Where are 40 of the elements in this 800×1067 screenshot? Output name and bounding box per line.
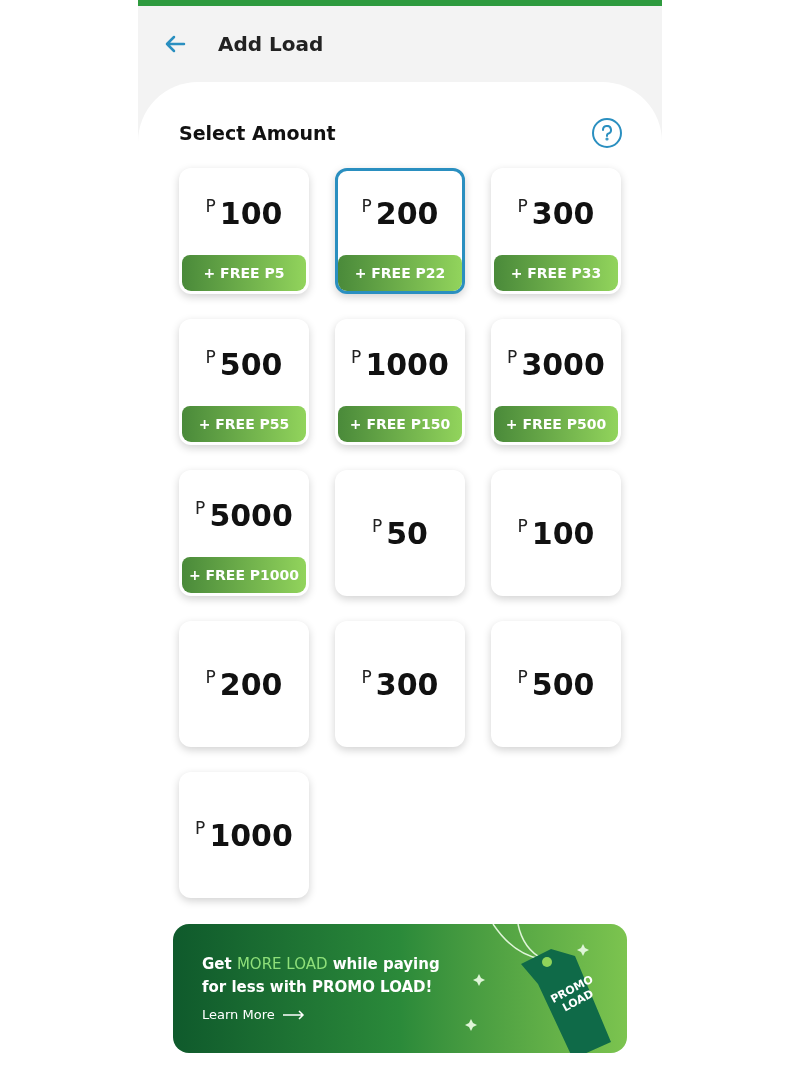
bonus-strip: + FREE P5 (182, 255, 306, 291)
bonus-strip: + FREE P500 (494, 406, 618, 442)
page-title: Add Load (218, 31, 324, 58)
bonus-strip: + FREE P150 (338, 406, 462, 442)
amount-value: 300 (531, 194, 595, 233)
currency-symbol: P (517, 515, 528, 539)
amount-value: 100 (219, 194, 283, 233)
amount-value: 50 (386, 514, 428, 553)
currency-symbol: P (205, 666, 216, 690)
amount-value: 500 (219, 345, 283, 384)
currency-symbol: P (507, 346, 518, 370)
bonus-strip: + FREE P33 (494, 255, 618, 291)
currency-symbol: P (205, 195, 216, 219)
currency-symbol: P (372, 515, 383, 539)
back-arrow-icon[interactable] (164, 35, 186, 53)
amount-value: 1000 (209, 816, 293, 855)
amount-value: 100 (531, 514, 595, 553)
amount-value: 500 (531, 665, 595, 704)
amount-value: 5000 (209, 496, 293, 535)
learn-more-link[interactable]: Learn More (202, 1004, 442, 1025)
amount-value: 300 (375, 665, 439, 704)
currency-symbol: P (205, 346, 216, 370)
currency-symbol: P (361, 666, 372, 690)
bonus-strip: + FREE P55 (182, 406, 306, 442)
currency-symbol: P (517, 666, 528, 690)
amount-value: 3000 (521, 345, 605, 384)
currency-symbol: P (195, 497, 206, 521)
currency-symbol: P (195, 817, 206, 841)
amount-value: 200 (219, 665, 283, 704)
section-title: Select Amount (179, 120, 336, 146)
bonus-strip: + FREE P22 (338, 255, 462, 291)
currency-symbol: P (351, 346, 362, 370)
currency-symbol: P (517, 195, 528, 219)
bonus-strip: + FREE P1000 (182, 557, 306, 593)
promo-headline: Get MORE LOAD while paying for less with PROMO LOAD! (202, 953, 441, 998)
help-icon[interactable] (592, 118, 622, 148)
currency-symbol: P (361, 195, 372, 219)
amount-value: 200 (375, 194, 439, 233)
amount-value: 1000 (365, 345, 449, 384)
right-arrow-icon (282, 1009, 305, 1020)
